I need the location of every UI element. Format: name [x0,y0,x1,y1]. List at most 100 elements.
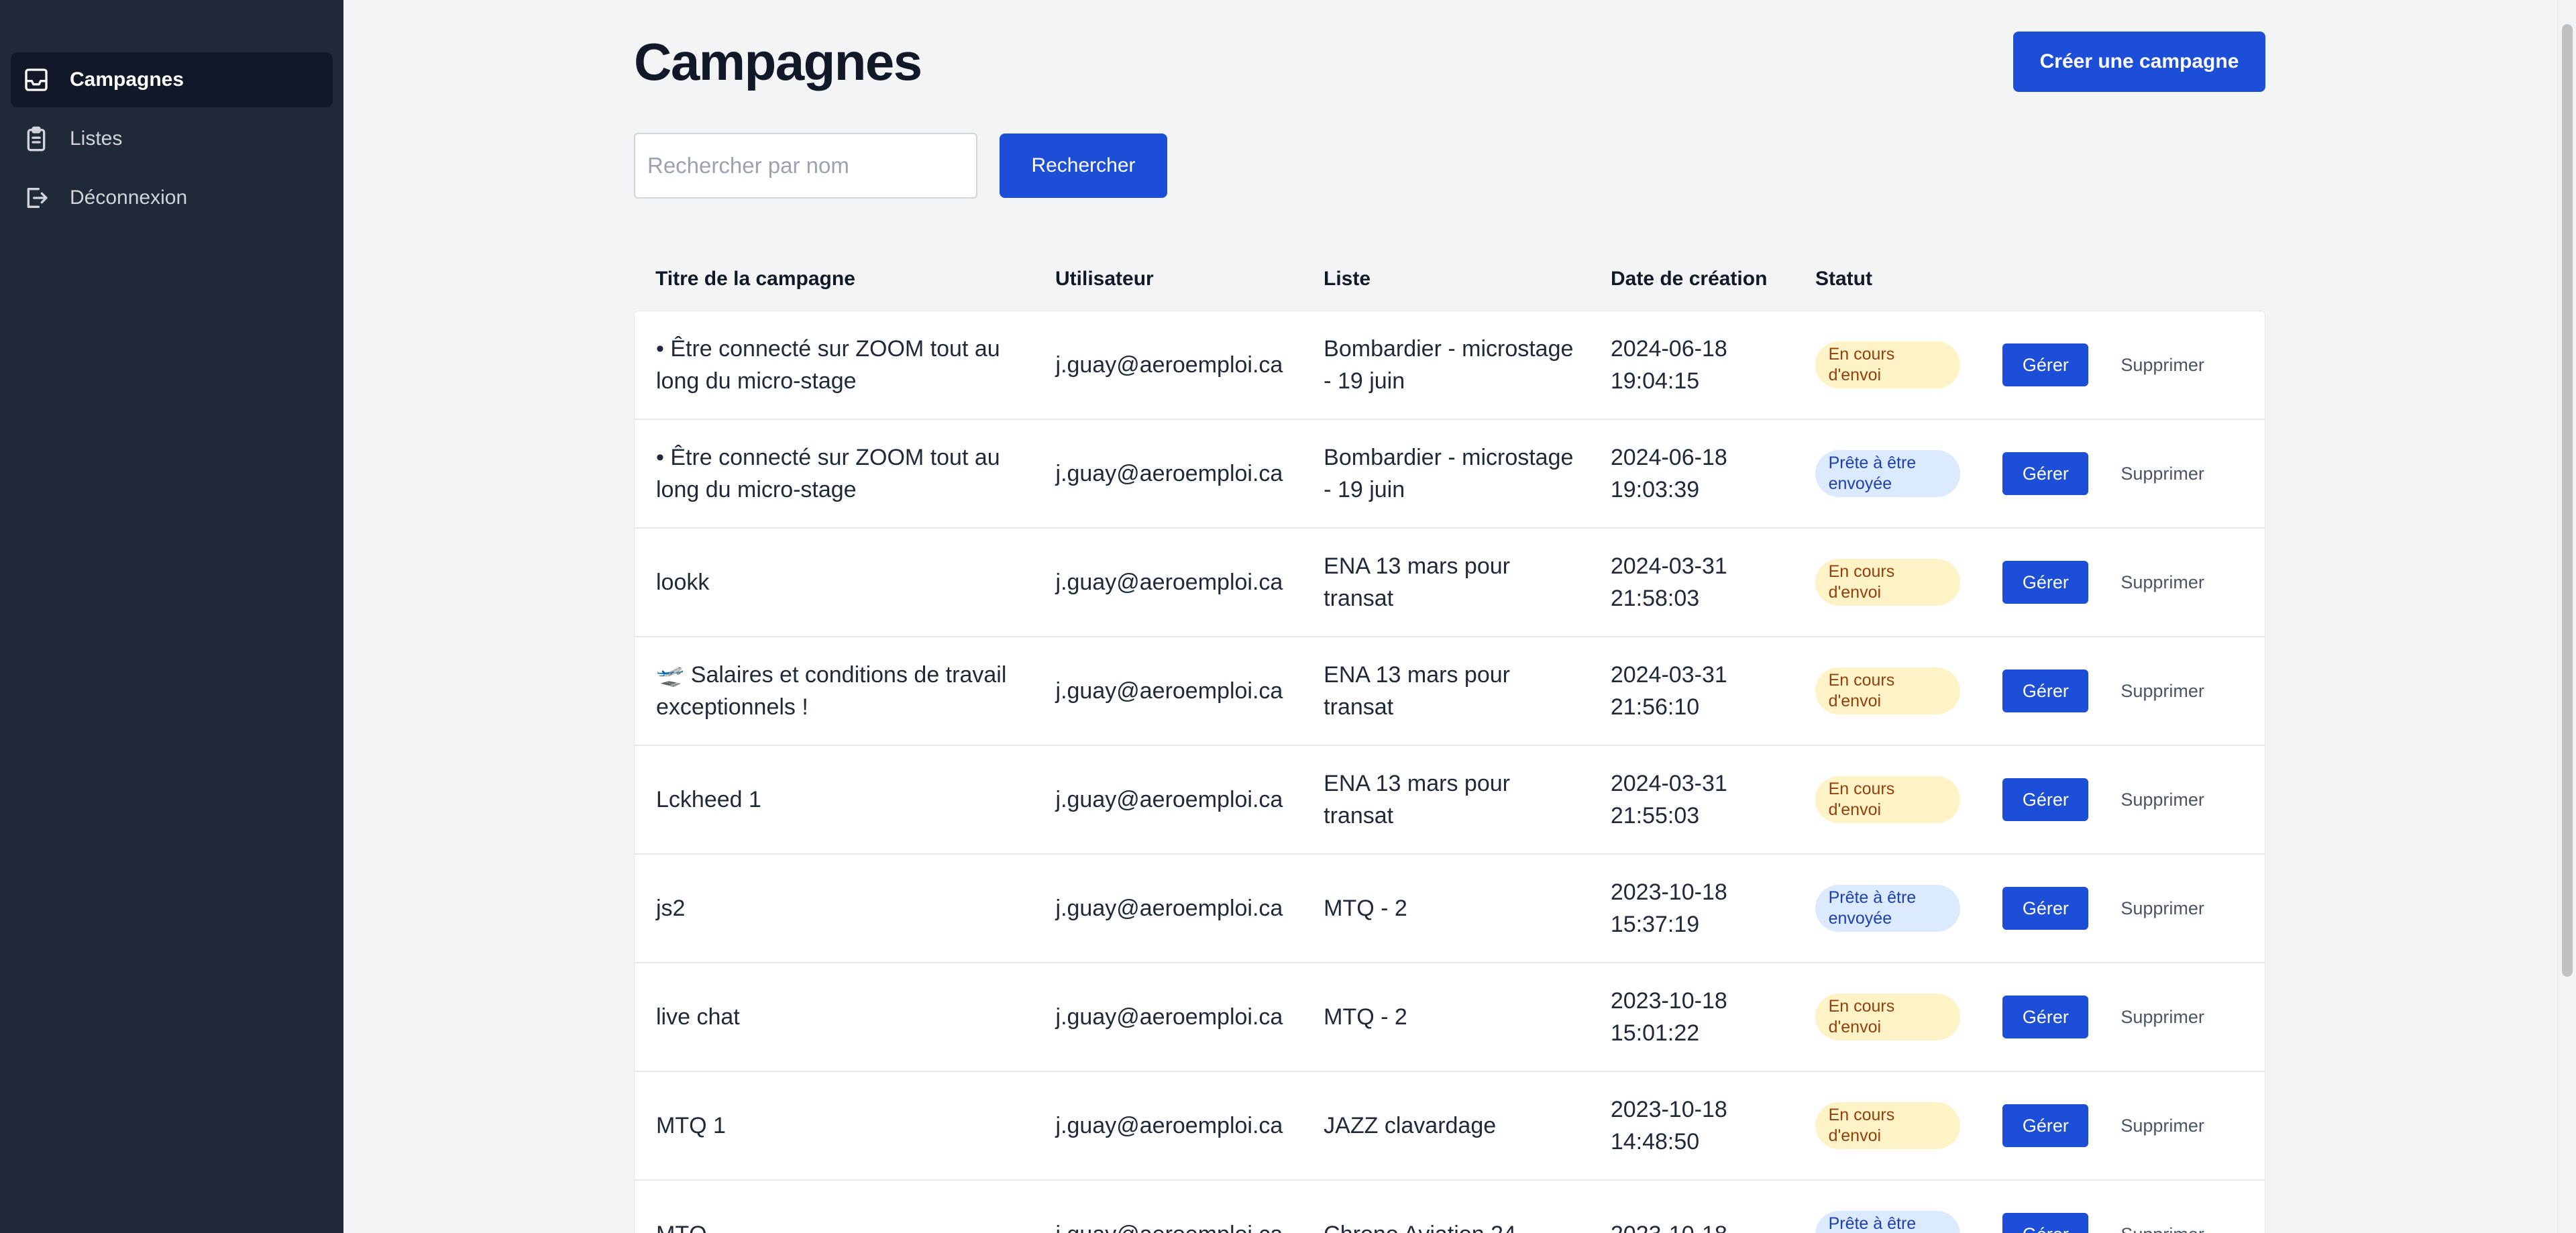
search-button[interactable]: Rechercher [1000,133,1167,198]
time-value: 19:03:39 [1610,477,1700,502]
campaign-title: Lckheed 1 [656,787,761,812]
manage-button[interactable]: Gérer [2002,561,2089,604]
campaign-user: j.guay@aeroemploi.ca [1055,1113,1283,1138]
status-badge: Prête à être envoyée [1815,449,1960,497]
manage-button[interactable]: Gérer [2002,1213,2089,1233]
table-body: • Être connecté sur ZOOM tout au long du… [634,311,2265,1233]
sidebar-item-deconnexion[interactable]: Déconnexion [11,170,333,225]
campaign-status: En cours d'envoi [1815,558,2003,606]
campaign-status: En cours d'envoi [1815,341,2003,389]
row-actions: Gérer Supprimer [2002,778,2265,821]
campaign-date: 2024-03-31 21:58:03 [1611,550,1815,614]
manage-button[interactable]: Gérer [2002,778,2089,821]
status-badge: En cours d'envoi [1815,775,1960,823]
status-badge: En cours d'envoi [1815,558,1960,606]
campaign-status: Prête à être envoyée [1815,884,2003,932]
table-row: • Être connecté sur ZOOM tout au long du… [635,420,2265,529]
campaign-list: MTQ - 2 [1324,1004,1407,1030]
campaign-user: j.guay@aeroemploi.ca [1055,1004,1283,1030]
manage-button[interactable]: Gérer [2002,887,2089,930]
manage-button[interactable]: Gérer [2002,669,2089,712]
row-actions: Gérer Supprimer [2002,561,2265,604]
column-header-status: Statut [1815,267,1872,290]
table-row: MTQ 1 j.guay@aeroemploi.ca JAZZ clavarda… [635,1072,2265,1181]
campaign-user: j.guay@aeroemploi.ca [1055,352,1283,378]
row-actions: Gérer Supprimer [2002,1104,2265,1147]
main-content: Campagnes Créer une campagne Rechercher … [343,0,2576,1233]
campaign-user: j.guay@aeroemploi.ca [1055,570,1283,595]
sidebar-item-listes[interactable]: Listes [11,111,333,166]
manage-button[interactable]: Gérer [2002,343,2089,386]
campaign-user: j.guay@aeroemploi.ca [1056,1218,1324,1233]
campaign-date: 2024-06-18 19:03:39 [1611,441,1815,506]
column-header-date: Date de création [1611,267,1768,290]
vertical-scrollbar[interactable] [2557,0,2576,1233]
search-input[interactable] [634,133,977,199]
manage-button[interactable]: Gérer [2002,452,2089,495]
date-value: 2024-03-31 [1610,771,1727,796]
table-row: js2 j.guay@aeroemploi.ca MTQ - 2 2023-10… [635,855,2265,963]
delete-button[interactable]: Supprimer [2121,1116,2204,1136]
campaign-list: Bombardier - microstage - 19 juin [1324,445,1574,502]
delete-button[interactable]: Supprimer [2121,1007,2204,1028]
campaign-title: 🛫 Salaires et conditions de travail exce… [656,662,1007,720]
time-value: 21:56:10 [1610,694,1700,720]
campaign-date: 2024-03-31 21:56:10 [1611,659,1815,723]
campaign-user: j.guay@aeroemploi.ca [1055,461,1283,486]
campaign-date: 2024-03-31 21:55:03 [1611,767,1815,832]
date-value: 2023-10-18 [1610,988,1727,1014]
sidebar-item-campagnes[interactable]: Campagnes [11,52,333,107]
delete-button[interactable]: Supprimer [2121,1224,2204,1233]
campaign-date: 2024-06-18 19:04:15 [1611,333,1815,397]
campaign-title: lookk [656,570,710,595]
date-value: 2024-03-31 [1610,662,1727,688]
app-root: Campagnes Listes Déconnexion Campagnes C… [0,0,2576,1233]
delete-button[interactable]: Supprimer [2121,572,2204,593]
sidebar: Campagnes Listes Déconnexion [0,0,343,1233]
campaign-list: ENA 13 mars pour transat [1324,553,1510,611]
manage-button[interactable]: Gérer [2002,1104,2089,1147]
campaign-title: MTQ [635,1218,1056,1233]
sidebar-item-label: Campagnes [70,68,184,91]
create-campaign-button[interactable]: Créer une campagne [2013,32,2265,92]
row-actions: Gérer Supprimer [2002,343,2265,386]
campaign-list: MTQ - 2 [1324,896,1407,921]
campaign-date: 2023-10-18 15:37:19 [1611,876,1815,941]
column-header-user: Utilisateur [1055,267,1154,290]
manage-button[interactable]: Gérer [2002,996,2089,1038]
row-actions: Gérer Supprimer [2002,669,2265,712]
campaign-title: MTQ 1 [656,1113,726,1138]
date-value: 2024-06-18 [1610,445,1727,470]
campaign-status: En cours d'envoi [1815,775,2003,824]
status-badge: En cours d'envoi [1815,341,1960,388]
scrollbar-thumb[interactable] [2562,24,2573,977]
campaign-title: • Être connecté sur ZOOM tout au long du… [656,445,1000,502]
campaign-date: 2023-10-18 14:48:50 [1611,1093,1815,1158]
inbox-icon [23,66,50,93]
table-row: lookk j.guay@aeroemploi.ca ENA 13 mars p… [635,529,2265,637]
content-container: Campagnes Créer une campagne Rechercher … [634,0,2265,1233]
time-value: 21:58:03 [1610,586,1700,611]
campaign-list: JAZZ clavardage [1324,1113,1497,1138]
column-header-title: Titre de la campagne [655,267,855,290]
campaign-user: j.guay@aeroemploi.ca [1055,896,1283,921]
delete-button[interactable]: Supprimer [2121,898,2204,919]
date-value: 2024-03-31 [1610,553,1727,579]
sidebar-item-label: Listes [70,127,123,150]
row-actions: Gérer Supprimer [2002,996,2265,1038]
campaign-list: ENA 13 mars pour transat [1324,771,1510,828]
delete-button[interactable]: Supprimer [2121,464,2204,484]
campaign-list: ENA 13 mars pour transat [1324,662,1510,720]
campaign-title: js2 [656,896,686,921]
campaign-status: Prête à être envoyée [1815,1210,2003,1233]
date-value: 2023-10-18 [1610,879,1727,905]
time-value: 14:48:50 [1610,1129,1700,1155]
row-actions: Gérer Supprimer [2002,452,2265,495]
date-value: 2023-10-18 [1610,1097,1727,1122]
delete-button[interactable]: Supprimer [2121,681,2204,702]
delete-button[interactable]: Supprimer [2121,790,2204,810]
delete-button[interactable]: Supprimer [2121,355,2204,376]
table-row: MTQ j.guay@aeroemploi.ca Chrono Aviation… [635,1181,2265,1233]
campaign-list: Bombardier - microstage - 19 juin [1324,336,1574,394]
time-value: 15:01:22 [1610,1020,1700,1046]
